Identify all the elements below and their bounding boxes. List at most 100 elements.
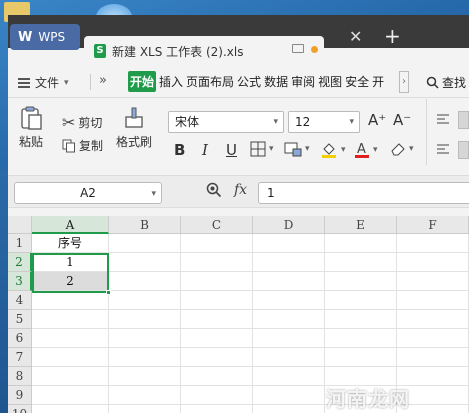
cell[interactable] — [109, 253, 181, 272]
align-left-button[interactable] — [436, 143, 450, 155]
cell[interactable] — [253, 367, 325, 386]
cell[interactable] — [181, 386, 253, 405]
cell[interactable] — [109, 348, 181, 367]
font-family-select[interactable]: 宋体 ▾ — [168, 111, 284, 133]
cell[interactable] — [109, 310, 181, 329]
clear-format-button[interactable]: ▾ — [390, 141, 414, 157]
cell[interactable] — [181, 291, 253, 310]
tab-page-layout[interactable]: 页面布局 — [186, 73, 234, 90]
column-header[interactable]: B — [109, 216, 181, 234]
cell[interactable] — [397, 291, 469, 310]
close-tab-button[interactable]: ✕ — [349, 27, 362, 46]
row-header[interactable]: 2 — [8, 253, 32, 272]
cell[interactable] — [32, 367, 109, 386]
name-box[interactable]: A2 ▾ — [14, 182, 162, 204]
ribbon-scroll-right-button[interactable]: › — [399, 71, 409, 93]
fill-color-button[interactable]: ▾ — [320, 141, 346, 159]
cell[interactable] — [253, 253, 325, 272]
paste-button[interactable]: 粘贴 — [18, 105, 44, 150]
cell[interactable] — [253, 272, 325, 291]
cut-button[interactable]: ✂ 剪切 — [62, 113, 102, 132]
cell[interactable] — [32, 291, 109, 310]
cell[interactable] — [253, 234, 325, 253]
row-header[interactable]: 5 — [8, 310, 32, 329]
bold-button[interactable]: B — [174, 141, 185, 159]
cell-a1[interactable]: 序号 — [32, 234, 109, 253]
cell[interactable] — [32, 329, 109, 348]
cell-style-button[interactable]: ▾ — [284, 141, 310, 157]
column-header[interactable]: D — [253, 216, 325, 234]
cell[interactable] — [109, 386, 181, 405]
column-header[interactable]: C — [181, 216, 253, 234]
cell[interactable] — [32, 310, 109, 329]
tab-data[interactable]: 数据 — [264, 73, 288, 90]
cell[interactable] — [325, 272, 397, 291]
cell[interactable] — [181, 253, 253, 272]
cell[interactable] — [253, 386, 325, 405]
cell[interactable] — [181, 329, 253, 348]
tab-formulas[interactable]: 公式 — [237, 73, 261, 90]
shrink-font-button[interactable]: A⁻ — [393, 111, 411, 129]
row-header[interactable]: 8 — [8, 367, 32, 386]
cell[interactable] — [109, 329, 181, 348]
cell[interactable] — [253, 405, 325, 413]
cell[interactable] — [181, 405, 253, 413]
cell[interactable] — [325, 329, 397, 348]
menu-more-button[interactable]: » — [99, 73, 107, 88]
cell[interactable] — [181, 234, 253, 253]
row-header[interactable]: 4 — [8, 291, 32, 310]
cell[interactable] — [325, 348, 397, 367]
cell[interactable] — [32, 386, 109, 405]
borders-button[interactable]: ▾ — [250, 141, 274, 157]
cell-a2[interactable]: 1 — [32, 253, 109, 272]
cell[interactable] — [109, 367, 181, 386]
tab-document[interactable]: S 新建 XLS 工作表 (2).xls — [84, 36, 324, 66]
cell[interactable] — [109, 272, 181, 291]
align-center-button[interactable] — [458, 141, 469, 159]
tab-home[interactable]: 开始 — [128, 71, 157, 92]
zoom-icon[interactable] — [206, 182, 222, 198]
row-header[interactable]: 7 — [8, 348, 32, 367]
new-tab-button[interactable]: + — [384, 24, 401, 48]
cell[interactable] — [181, 367, 253, 386]
fill-handle[interactable] — [106, 290, 111, 295]
select-all-corner[interactable] — [8, 216, 32, 234]
formula-input[interactable]: 1 — [258, 182, 469, 204]
tab-view[interactable]: 视图 — [318, 73, 342, 90]
cell[interactable] — [109, 234, 181, 253]
cell[interactable] — [325, 310, 397, 329]
cell[interactable] — [325, 291, 397, 310]
cell[interactable] — [253, 348, 325, 367]
tab-developer[interactable]: 开 — [372, 73, 384, 90]
italic-button[interactable]: I — [202, 141, 208, 159]
column-header[interactable]: E — [325, 216, 397, 234]
monitor-icon[interactable] — [292, 44, 304, 53]
cell[interactable] — [397, 310, 469, 329]
cell[interactable] — [253, 329, 325, 348]
tab-insert[interactable]: 插入 — [159, 73, 183, 90]
font-color-button[interactable]: A ▾ — [354, 141, 378, 159]
row-header[interactable]: 1 — [8, 234, 32, 253]
column-header[interactable]: A — [32, 216, 109, 234]
cell[interactable] — [397, 234, 469, 253]
format-painter-button[interactable]: 格式刷 — [116, 105, 152, 150]
cell[interactable] — [181, 348, 253, 367]
tab-security[interactable]: 安全 — [345, 73, 369, 90]
cell[interactable] — [109, 291, 181, 310]
cell[interactable] — [397, 329, 469, 348]
font-size-select[interactable]: 12 ▾ — [288, 111, 360, 133]
search-button[interactable]: 查找 — [426, 74, 466, 91]
cell-a3[interactable]: 2 — [32, 272, 109, 291]
tab-wps[interactable]: W WPS — [10, 24, 80, 50]
align-middle-button[interactable] — [458, 111, 469, 129]
grow-font-button[interactable]: A⁺ — [368, 111, 386, 129]
cell[interactable] — [181, 310, 253, 329]
cell[interactable] — [181, 272, 253, 291]
underline-button[interactable]: U — [226, 141, 237, 159]
fx-icon[interactable]: fx — [234, 182, 247, 198]
cell[interactable] — [325, 234, 397, 253]
cell[interactable] — [32, 405, 109, 413]
file-menu-button[interactable]: 文件 ▾ — [18, 74, 69, 91]
cell[interactable] — [253, 291, 325, 310]
row-header[interactable]: 10 — [8, 405, 32, 413]
